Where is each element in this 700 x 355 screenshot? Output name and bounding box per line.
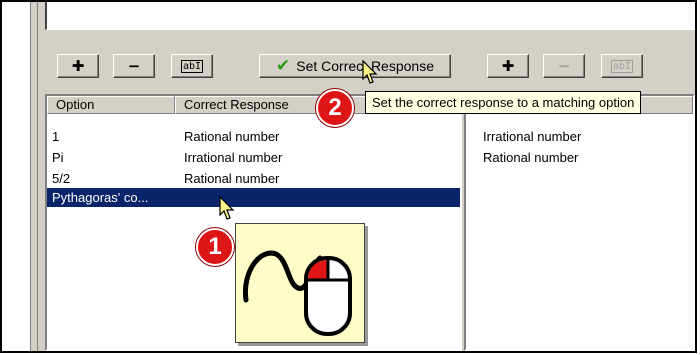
option-text: Pi xyxy=(52,150,64,165)
column-header-option[interactable]: Option xyxy=(47,96,175,114)
response-text: Irrational number xyxy=(483,129,582,144)
cursor-arrow-icon xyxy=(219,196,235,220)
rename-icon: abI xyxy=(180,59,204,73)
tooltip: Set the correct response to a matching o… xyxy=(365,91,642,114)
callout-badge-2: 2 xyxy=(316,89,354,127)
add-response-button[interactable]: ✚ xyxy=(487,54,529,78)
response-text: Rational number xyxy=(483,150,579,165)
rename-response-button[interactable]: abI xyxy=(601,54,643,78)
add-option-button[interactable]: ✚ xyxy=(57,54,99,78)
cursor-arrow-icon xyxy=(362,60,378,84)
response-text: Rational number xyxy=(184,171,280,186)
checkmark-icon: ✔ xyxy=(276,56,291,76)
responses-list[interactable]: Irrational number Rational number xyxy=(464,94,695,351)
plus-icon: ✚ xyxy=(71,57,85,75)
minus-icon: − xyxy=(557,57,571,75)
rename-option-button[interactable]: abI xyxy=(171,54,213,78)
response-text: Rational number xyxy=(184,129,280,144)
mouse-click-illustration xyxy=(235,223,365,343)
mouse-icon xyxy=(242,250,352,336)
rename-icon: abI xyxy=(610,59,634,73)
option-text: Pythagoras' co... xyxy=(52,190,149,205)
remove-response-button[interactable]: − xyxy=(543,54,585,78)
option-text: 5/2 xyxy=(52,171,71,186)
window-border-left xyxy=(30,2,34,351)
response-text: Irrational number xyxy=(184,150,283,165)
window-border-inner xyxy=(37,2,41,351)
remove-option-button[interactable]: − xyxy=(113,54,155,78)
screenshot-frame: ✚ − abI ✔ Set Correct Response ✚ − abI O… xyxy=(0,0,697,353)
question-text-field[interactable] xyxy=(45,2,695,30)
option-text: 1 xyxy=(52,129,60,144)
minus-icon: − xyxy=(127,57,141,75)
callout-badge-1: 1 xyxy=(196,228,234,266)
plus-icon: ✚ xyxy=(501,57,515,75)
set-correct-response-button[interactable]: ✔ Set Correct Response xyxy=(259,54,451,78)
list-item-selected[interactable]: Pythagoras' co... xyxy=(47,188,460,207)
